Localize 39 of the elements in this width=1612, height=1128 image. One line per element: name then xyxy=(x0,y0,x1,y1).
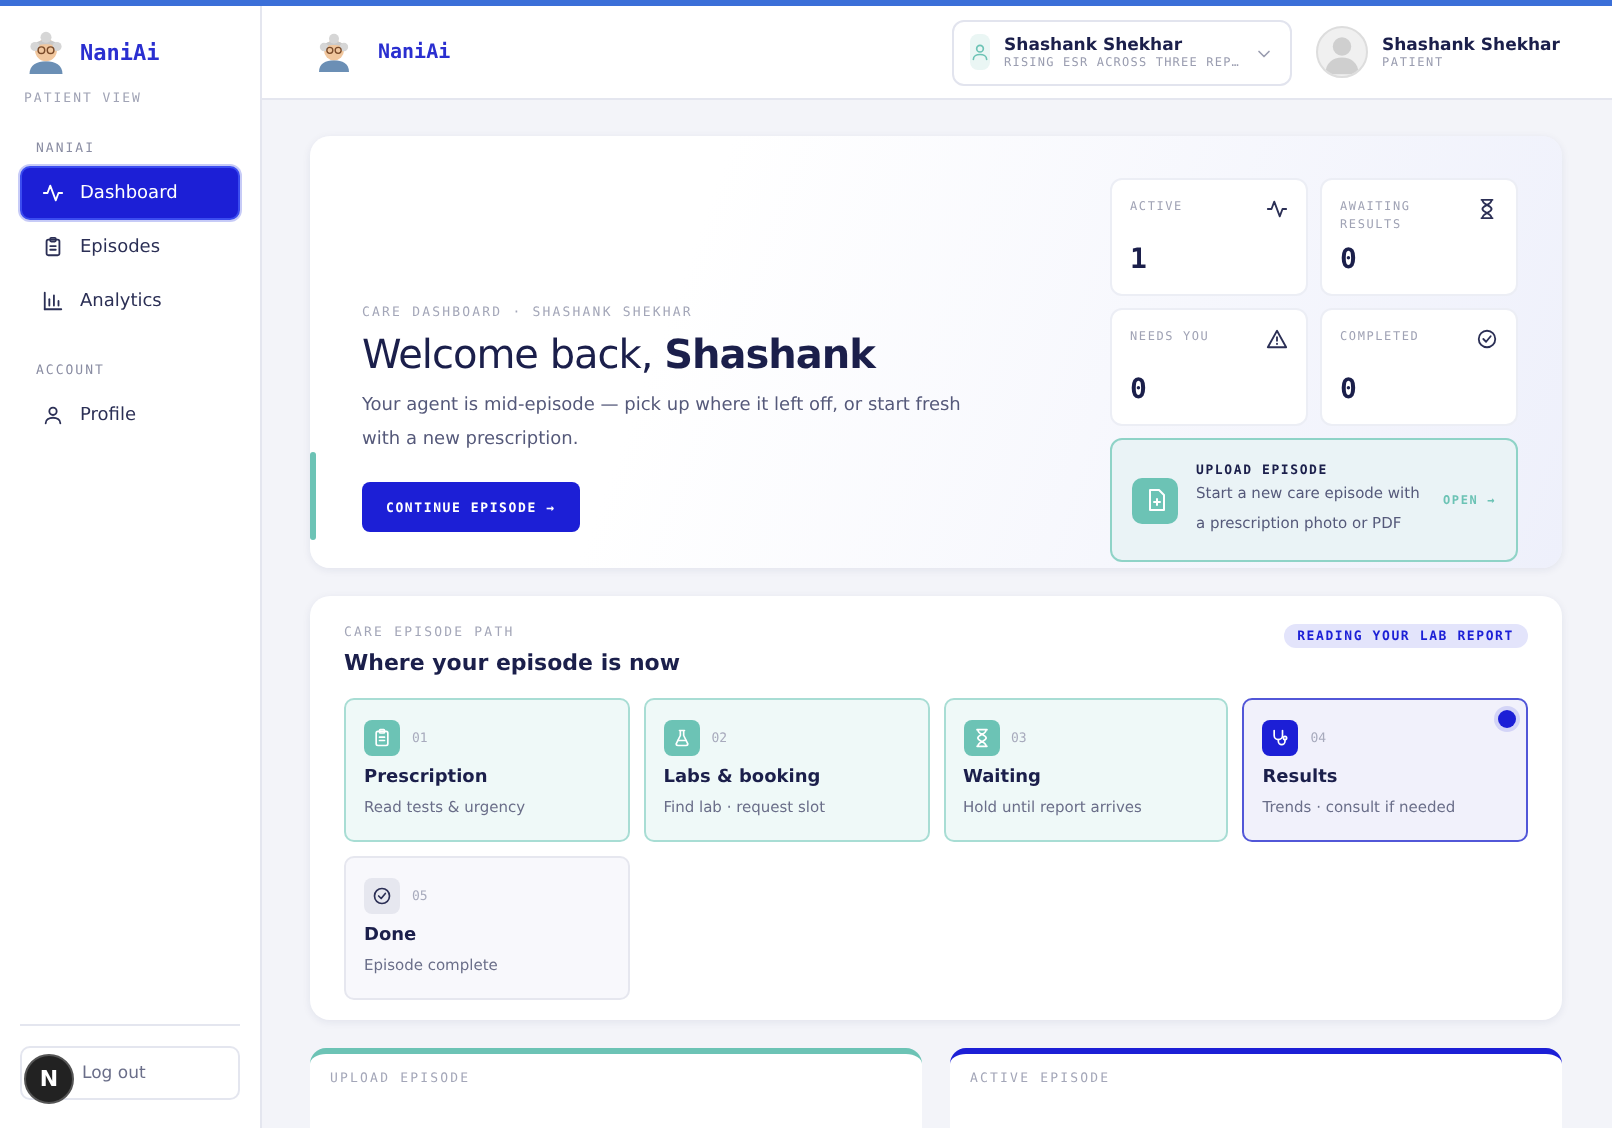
pulse-icon xyxy=(42,182,64,204)
current-indicator xyxy=(1498,710,1516,728)
user-name: Shashank Shekhar xyxy=(1382,35,1560,55)
grandmother-avatar-icon xyxy=(24,30,68,74)
clipboard-icon xyxy=(372,728,392,748)
nav-item[interactable]: Analytics xyxy=(20,274,240,328)
step-title: Results xyxy=(1262,768,1340,788)
hourglass-icon xyxy=(1476,198,1498,220)
stat-value: 0 xyxy=(1340,374,1359,406)
nav-item[interactable]: Dashboard xyxy=(20,166,240,220)
user-avatar xyxy=(1316,26,1368,78)
welcome-description: Your agent is mid-episode — pick up where it left off, or start fresh with a new prescription. xyxy=(362,394,963,454)
user-icon xyxy=(970,42,991,62)
step-title: Labs & booking xyxy=(663,768,823,788)
stat-value: 0 xyxy=(1130,374,1149,406)
stat-value: 1 xyxy=(1130,244,1149,276)
brand-name: NaniAi xyxy=(378,41,451,63)
step-title: Done xyxy=(364,926,419,946)
pulse-icon xyxy=(1266,198,1288,220)
clipboard-icon xyxy=(42,236,64,258)
flask-icon xyxy=(671,728,692,748)
check-circle-icon xyxy=(372,886,392,906)
grandmother-avatar-icon xyxy=(314,32,354,72)
stat-value: 0 xyxy=(1340,244,1359,276)
section-title: Where your episode is now xyxy=(344,650,681,676)
patient-name: Shashank Shekhar xyxy=(1004,35,1185,55)
user-icon xyxy=(42,404,64,426)
nav-item[interactable]: Profile xyxy=(20,388,240,442)
check-circle-icon xyxy=(1476,328,1498,350)
hourglass-icon xyxy=(971,728,991,748)
nav-item[interactable]: Episodes xyxy=(20,220,240,274)
bar-chart-icon xyxy=(42,290,64,312)
brand-name: NaniAi xyxy=(80,39,160,65)
welcome-heading: Welcome back, Shashank xyxy=(362,330,879,378)
warning-icon xyxy=(1266,328,1288,350)
step-title: Waiting xyxy=(963,768,1044,788)
step-title: Prescription xyxy=(364,768,490,788)
stethoscope-icon xyxy=(1270,728,1291,748)
file-plus-icon xyxy=(1143,488,1167,512)
